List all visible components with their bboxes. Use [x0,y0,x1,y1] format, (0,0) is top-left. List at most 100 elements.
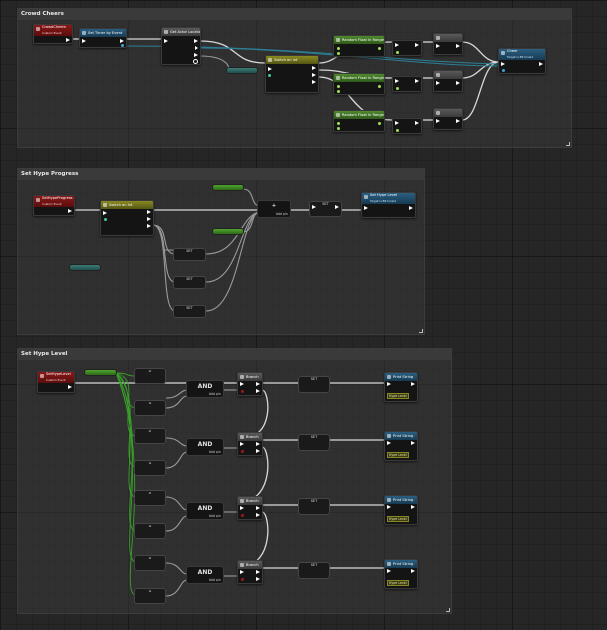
compare-node[interactable]: ≥ [134,555,166,571]
condition-pin[interactable] [241,514,244,517]
add-pin-button[interactable]: Add pin [209,392,221,396]
branch-node-2[interactable]: Branch [237,432,263,456]
exec-out-pin[interactable] [409,206,413,210]
exec-in-pin[interactable] [82,39,86,43]
set-node[interactable]: SET [309,201,342,217]
exec-out-pin[interactable] [312,66,316,70]
variable-getter-node[interactable] [69,264,101,271]
int-pin[interactable] [104,218,107,221]
event-set-hype-level-node[interactable]: SetHypeLevel Custom Event [37,371,75,393]
compare-node[interactable]: ≥ [134,368,166,384]
exec-true-pin[interactable] [256,570,260,574]
make-literal-node-2[interactable]: SET [173,276,206,289]
add-pin-button[interactable]: Add pin [276,212,288,216]
compare-node[interactable]: ≤ [134,460,166,476]
exec-false-pin[interactable] [256,389,260,393]
get-actor-node[interactable]: Get Actor Location [161,27,201,65]
exec-false-pin[interactable] [256,513,260,517]
float-pin[interactable] [396,51,399,54]
exec-out-pin[interactable] [312,80,316,84]
string-input[interactable]: Hype Level [387,393,409,399]
compare-node[interactable]: ≤ [134,400,166,416]
exec-out-pin[interactable] [415,121,419,125]
target-pin[interactable] [502,69,505,72]
set-node-1[interactable]: SET [298,376,330,393]
compare-node[interactable]: ≤ [134,588,166,604]
exec-out-pin[interactable] [415,79,419,83]
switch-on-int-node[interactable]: Switch on Int [100,200,154,236]
exec-in-pin[interactable] [103,211,107,215]
int-pin[interactable] [268,74,271,77]
string-input[interactable]: Hype Level [387,516,409,522]
exec-out-pin[interactable] [415,43,419,47]
random-float-node-2[interactable]: Random Float in Range [333,73,385,95]
resize-handle[interactable] [566,142,570,146]
exec-out-pin[interactable] [194,39,198,43]
set-node-4[interactable]: SET [298,562,330,579]
exec-in-pin[interactable] [501,62,505,66]
exec-in-pin[interactable] [240,506,244,510]
and-node-4[interactable]: AND Add pin [186,566,224,584]
switch-on-int-node[interactable]: Switch on Int [265,55,319,93]
exec-out-pin[interactable] [194,53,198,57]
set-hype-level-call-node[interactable]: Set Hype Level Target is BP Crowd [361,192,416,218]
random-float-node-1[interactable]: Random Float in Range [333,35,385,57]
float-pin[interactable] [337,52,340,55]
set-timer-node[interactable]: Set Timer by Event [79,28,127,48]
make-literal-node-3[interactable]: SET [173,305,206,318]
exec-out-pin[interactable] [68,209,72,213]
exec-in-pin[interactable] [387,505,391,509]
exec-in-pin[interactable] [436,81,440,85]
string-input[interactable]: Hype Level [387,452,409,458]
add-pin-button[interactable]: Add pin [209,514,221,518]
make-literal-node-1[interactable]: SET [173,248,206,261]
exec-out-pin[interactable] [147,217,151,221]
condition-pin[interactable] [241,450,244,453]
print-string-node-2[interactable]: Print String Hype Level [384,431,418,461]
float-pin[interactable] [337,85,340,88]
event-crowd-cheers-node[interactable]: CrowdCheers Custom Event [33,24,73,44]
exec-false-pin[interactable] [256,577,260,581]
exec-out-pin[interactable] [195,46,198,50]
exec-in-pin[interactable] [395,121,399,125]
event-set-hype-progress-node[interactable]: SetHypeProgress Custom Event [33,195,75,216]
exec-false-pin[interactable] [256,449,260,453]
delay-node-3[interactable] [392,118,422,134]
hype-level-getter-node[interactable] [84,369,117,376]
delay-node-2[interactable] [392,76,422,92]
play-sound-node-3[interactable] [433,108,463,130]
exec-in-pin[interactable] [387,569,391,573]
and-node-2[interactable]: AND Add pin [186,438,224,456]
compare-node[interactable]: ≤ [134,523,166,539]
exec-out-pin[interactable] [411,505,415,509]
exec-in-pin[interactable] [387,441,391,445]
add-node[interactable]: + Add pin [257,200,291,218]
exec-out-pin[interactable] [411,382,415,386]
print-string-node-4[interactable]: Print String Hype Level [384,559,418,589]
resize-handle[interactable] [446,608,450,612]
exec-in-pin[interactable] [240,570,244,574]
print-string-node-1[interactable]: Print String Hype Level [384,372,418,402]
exec-out-pin[interactable] [456,81,460,85]
branch-node-1[interactable]: Branch [237,372,263,396]
add-pin-button[interactable]: Add pin [209,578,221,582]
print-string-node-3[interactable]: Print String Hype Level [384,495,418,525]
exec-out-pin[interactable] [456,119,460,123]
exec-in-pin[interactable] [395,43,399,47]
set-node-2[interactable]: SET [298,434,330,451]
object-pin[interactable] [121,44,124,47]
play-sound-node-1[interactable] [433,33,463,55]
float-pin[interactable] [337,90,340,93]
exec-in-pin[interactable] [387,382,391,386]
condition-pin[interactable] [241,578,244,581]
exec-out-pin[interactable] [335,205,339,209]
exec-out-pin[interactable] [147,224,151,228]
delay-node-1[interactable] [392,40,422,56]
float-pin[interactable] [396,87,399,90]
exec-true-pin[interactable] [256,442,260,446]
exec-out-pin[interactable] [411,569,415,573]
exec-out-pin[interactable] [456,44,460,48]
integer-variable-node[interactable] [212,184,244,191]
float-pin[interactable] [337,122,340,125]
play-sound-node-2[interactable] [433,70,463,92]
